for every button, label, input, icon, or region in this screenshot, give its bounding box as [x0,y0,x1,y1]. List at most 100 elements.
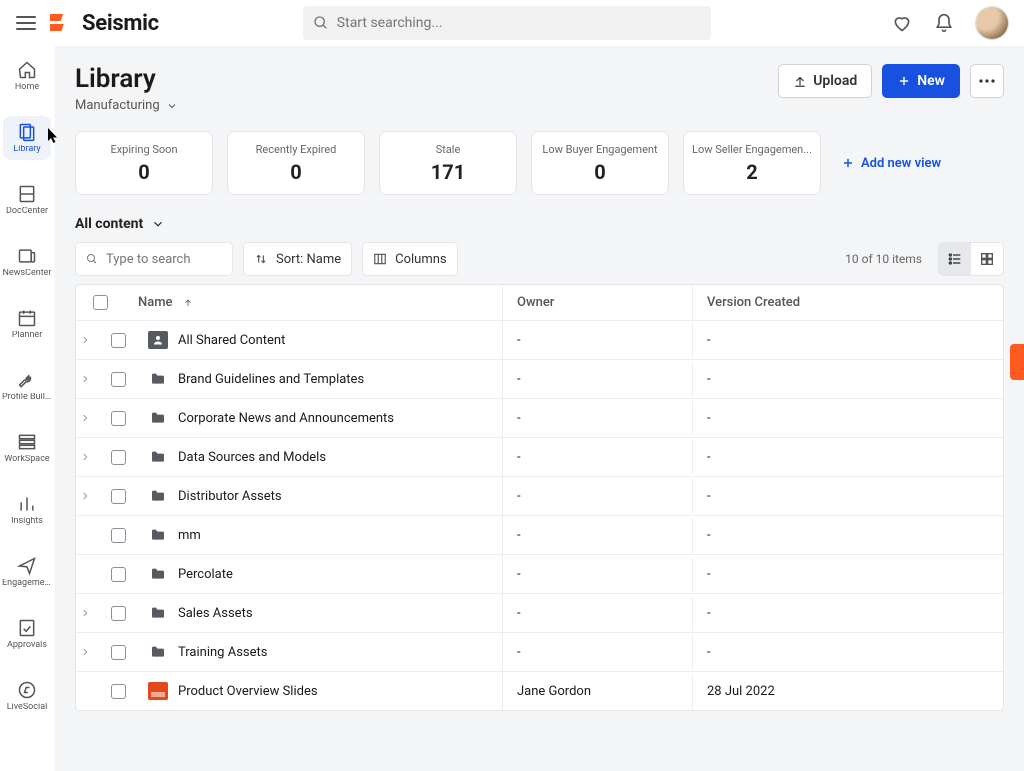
left-sidebar: Home Library DocCenter NewsCenter Planne… [0,0,55,771]
table-row[interactable]: Corporate News and Announcements-- [76,399,1003,438]
row-version: - [707,489,711,504]
breadcrumb-label: Manufacturing [75,98,160,113]
chevron-down-icon [151,217,165,231]
user-avatar[interactable] [976,7,1008,39]
sidebar-item-workspace[interactable]: WorkSpace [3,426,51,470]
sidebar-item-label: Profile Buil... [2,393,52,402]
stat-card[interactable]: Recently Expired0 [227,131,365,195]
plus-icon [841,156,855,170]
table-row[interactable]: Data Sources and Models - - [76,438,1003,477]
table-row[interactable]: Brand Guidelines and Templates-- [76,360,1003,399]
slides-icon [148,682,168,700]
more-actions-button[interactable] [970,64,1004,98]
row-checkbox[interactable] [111,489,126,504]
content-filter[interactable]: All content [75,216,165,232]
sidebar-item-doccenter[interactable]: DocCenter [3,178,51,222]
col-header-version[interactable]: Version Created [693,285,1003,320]
row-checkbox[interactable] [111,528,126,543]
row-checkbox[interactable] [111,411,126,426]
sort-label: Sort: Name [276,252,341,267]
expand-toggle[interactable] [76,374,94,384]
brand-logo[interactable]: Seismic [50,11,159,36]
row-name: Distributor Assets [178,489,282,504]
col-header-label: Version Created [707,295,800,310]
table-row[interactable]: Percolate-- [76,555,1003,594]
table-row[interactable]: Sales Assets-- [76,594,1003,633]
expand-toggle[interactable] [76,608,94,618]
send-icon [17,556,37,576]
expand-toggle[interactable] [76,452,94,462]
row-checkbox[interactable] [111,606,126,621]
row-owner: - [517,372,521,387]
stat-card[interactable]: Stale171 [379,131,517,195]
sidebar-item-newscenter[interactable]: NewsCenter [3,240,51,284]
menu-toggle[interactable] [16,16,36,30]
row-name: Data Sources and Models [178,450,326,465]
row-name: Training Assets [178,645,267,660]
table-row[interactable]: Distributor Assets-- [76,477,1003,516]
expand-toggle[interactable] [76,413,94,423]
table-row[interactable]: Training Assets-- [76,633,1003,672]
row-checkbox[interactable] [111,372,126,387]
row-checkbox[interactable] [111,645,126,660]
breadcrumb[interactable]: Manufacturing [75,98,178,113]
sidebar-item-label: Engagements [2,579,52,588]
row-checkbox[interactable] [111,684,126,699]
sidebar-item-profile-builder[interactable]: Profile Buil... [3,364,51,408]
sidebar-item-label: NewsCenter [3,269,52,278]
sidebar-item-library[interactable]: Library [3,116,51,160]
sort-button[interactable]: Sort: Name [243,242,352,276]
table-row[interactable]: mm-- [76,516,1003,555]
expand-toggle[interactable] [76,335,94,345]
expand-toggle[interactable] [76,647,94,657]
upload-button[interactable]: Upload [778,64,872,98]
row-version: - [707,372,711,387]
add-new-view[interactable]: Add new view [841,156,941,171]
global-search-input[interactable] [337,15,701,31]
row-checkbox[interactable] [111,567,126,582]
sidebar-item-label: Library [13,145,40,154]
row-version: 28 Jul 2022 [707,684,775,699]
sidebar-item-planner[interactable]: Planner [3,302,51,346]
grid-view-button[interactable] [971,243,1003,275]
columns-icon [373,252,387,266]
folder-icon [148,370,168,388]
table-row[interactable]: Product Overview SlidesJane Gordon28 Jul… [76,672,1003,710]
stat-card[interactable]: Low Seller Engagemen...2 [683,131,821,195]
sidebar-item-insights[interactable]: Insights [3,488,51,532]
notifications-icon[interactable] [934,13,954,33]
page-title: Library [75,64,178,94]
new-button[interactable]: New [882,64,960,98]
stat-card[interactable]: Low Buyer Engagement0 [531,131,669,195]
select-all-checkbox[interactable] [93,295,108,310]
favorites-icon[interactable] [892,13,912,33]
row-version: - [707,606,711,621]
row-name: mm [178,528,201,543]
table-row[interactable]: All Shared Content-- [76,321,1003,360]
list-view-button[interactable] [939,243,971,275]
right-edge-tab[interactable] [1010,344,1024,380]
row-name: Percolate [178,567,233,582]
sidebar-item-approvals[interactable]: Approvals [3,612,51,656]
col-header-owner[interactable]: Owner [503,285,693,320]
columns-button[interactable]: Columns [362,242,458,276]
sidebar-item-livesocial[interactable]: LiveSocial [3,674,51,718]
list-icon [947,251,963,267]
expand-toggle[interactable] [76,491,94,501]
sidebar-item-home[interactable]: Home [3,54,51,98]
row-version: - [707,450,711,465]
row-owner: - [517,450,521,465]
stat-card[interactable]: Expiring Soon0 [75,131,213,195]
shared-icon [148,331,168,349]
sidebar-item-engagements[interactable]: Engagements [3,550,51,594]
item-count: 10 of 10 items [845,252,922,266]
col-header-name[interactable]: Name [124,285,503,320]
row-checkbox[interactable] [111,450,126,465]
news-icon [17,246,37,266]
global-search[interactable] [303,6,711,40]
row-checkbox[interactable] [111,333,126,348]
table-search-input[interactable] [106,252,222,267]
stat-card-value: 0 [594,160,605,184]
table-search[interactable] [75,242,233,276]
approvals-icon [17,618,37,638]
